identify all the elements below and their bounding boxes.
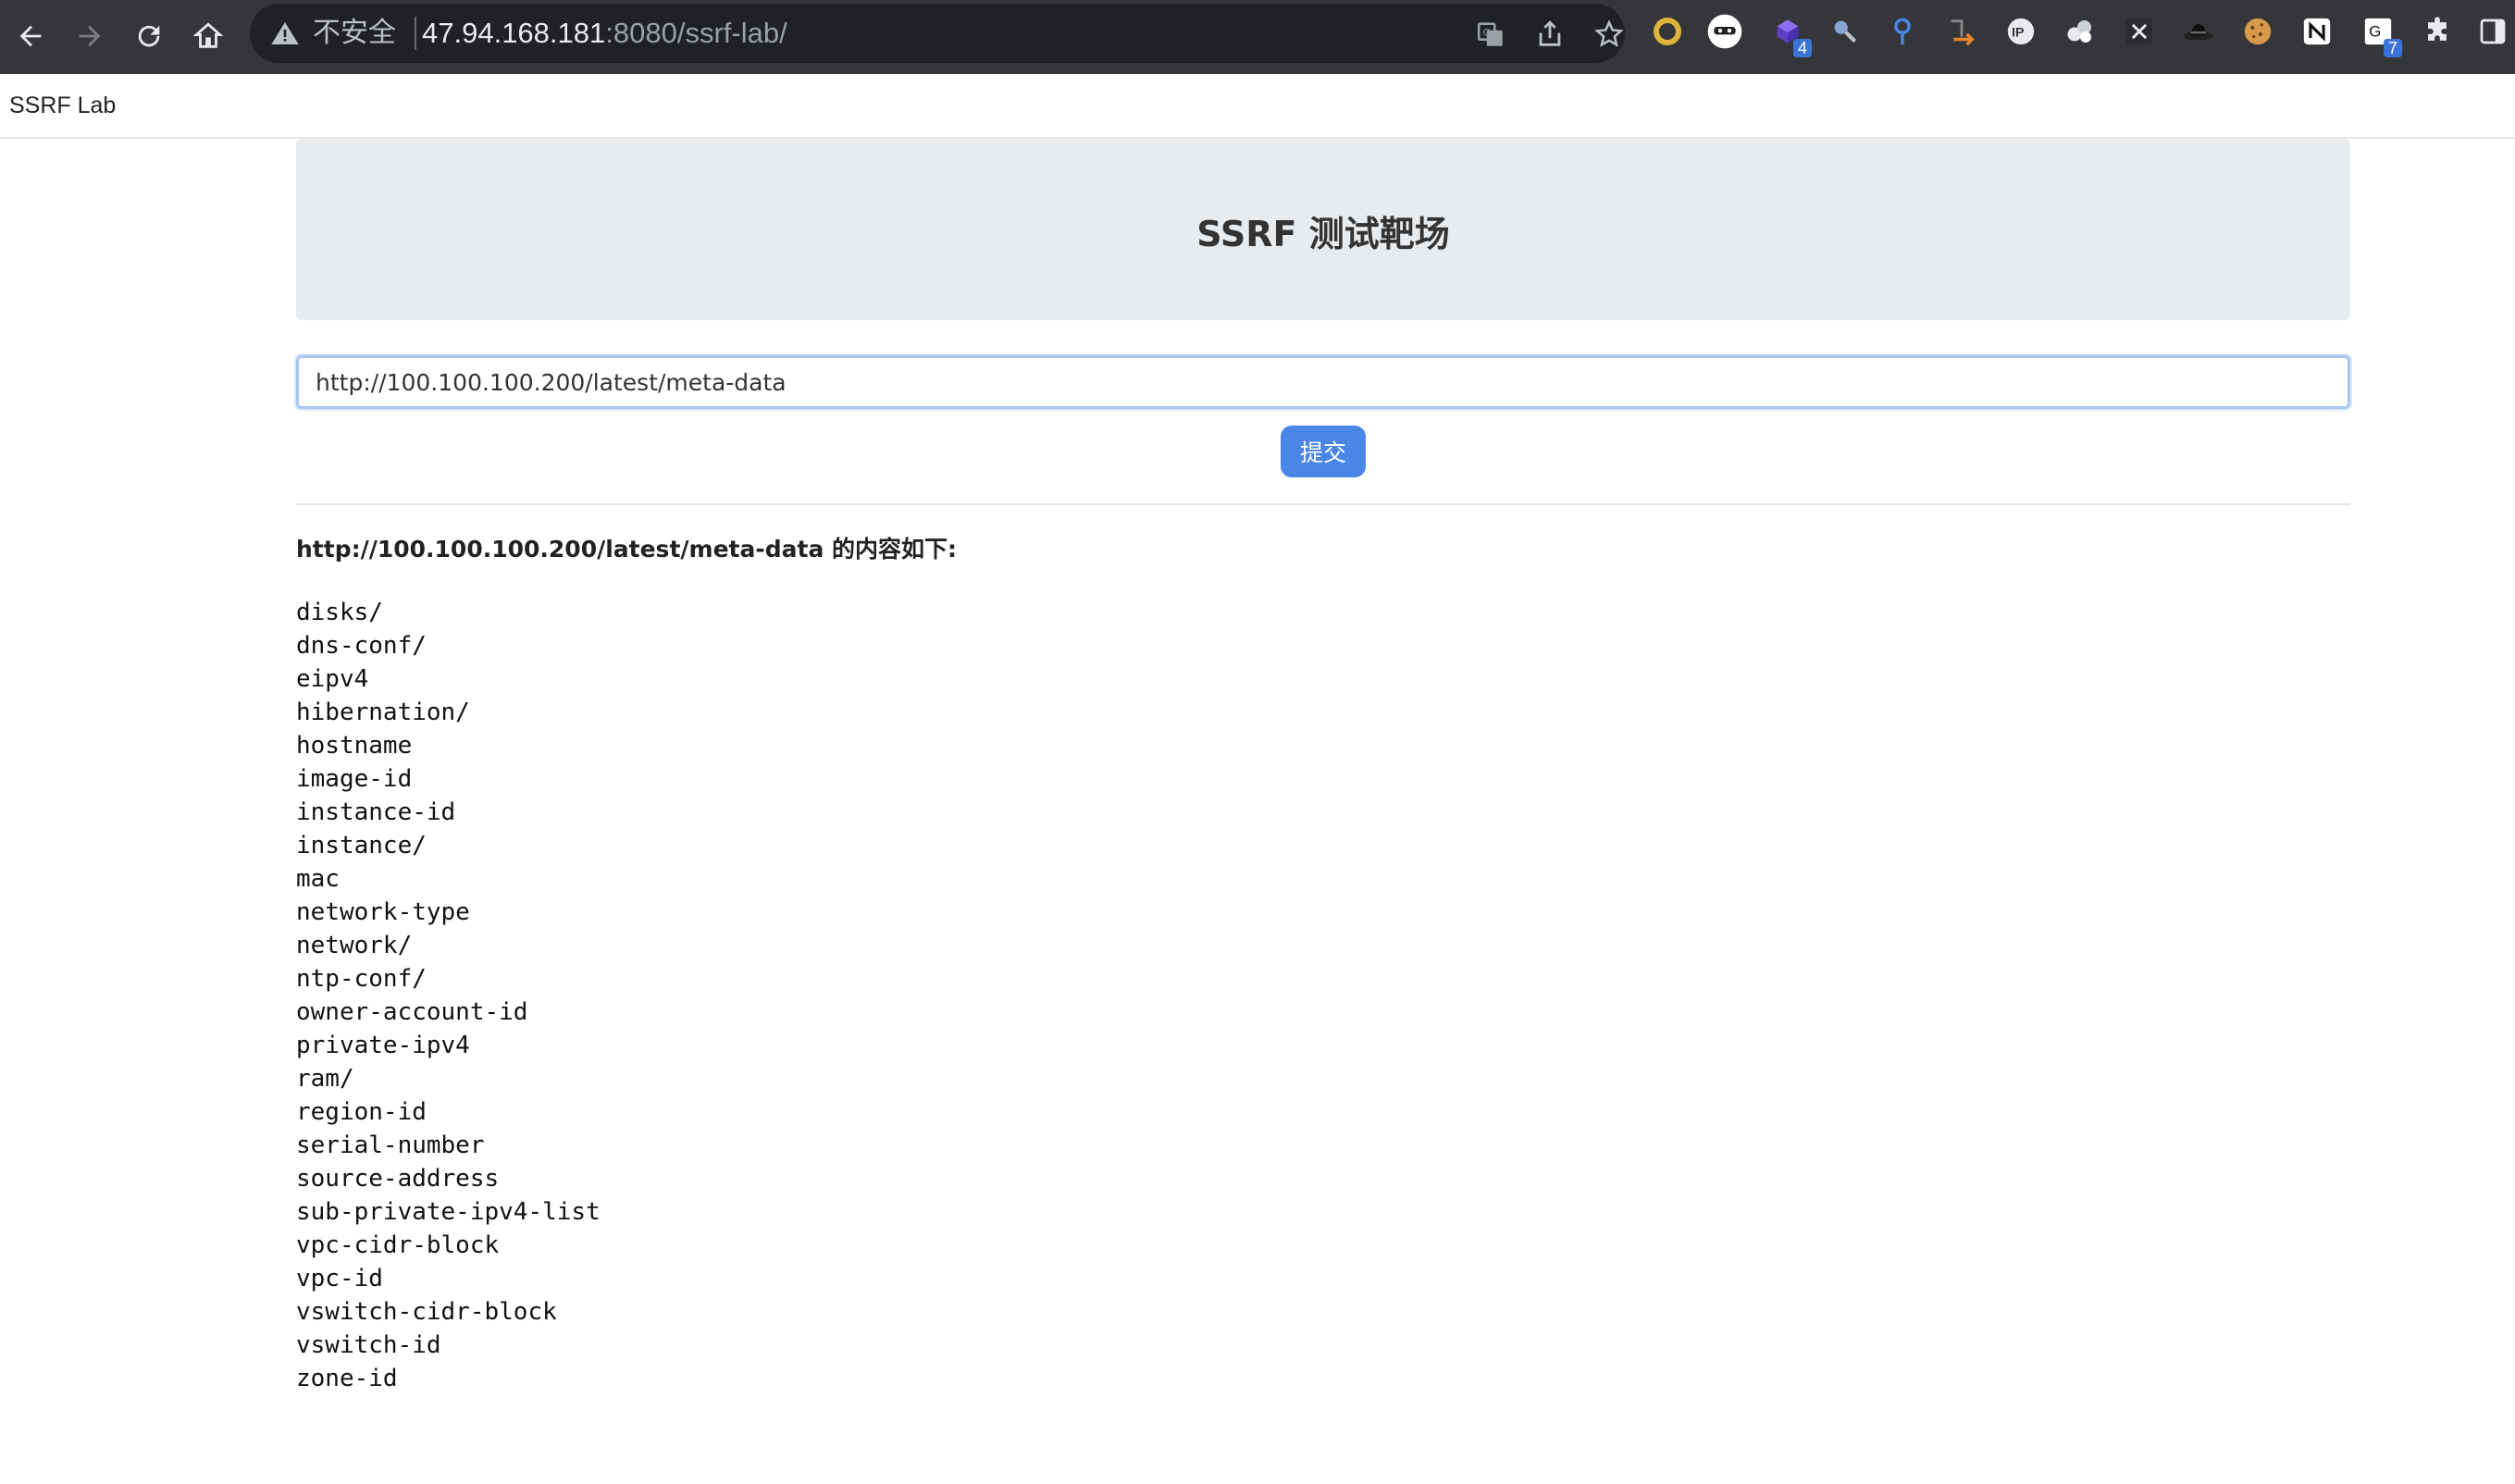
home-icon (192, 22, 224, 48)
list-item: mac (296, 865, 340, 893)
list-item: network-type (296, 898, 470, 926)
translate-extension-icon[interactable]: G7 (2360, 13, 2402, 57)
list-item: source-address (296, 1165, 500, 1193)
result-heading-suffix: 的内容如下: (824, 536, 958, 563)
mask-extension-icon[interactable] (1706, 13, 1743, 50)
puzzle-extension-icon[interactable] (2419, 13, 2456, 50)
list-item: disks/ (296, 599, 383, 626)
extension-badge: 7 (2383, 39, 2402, 57)
list-item: vswitch-cidr-block (296, 1298, 557, 1326)
list-item: serial-number (296, 1132, 485, 1159)
extension-badge: 4 (1792, 39, 1812, 57)
warning-icon (271, 22, 299, 44)
result-heading: http://100.100.100.200/latest/meta-data … (296, 531, 957, 564)
home-button[interactable] (183, 11, 233, 61)
hero-banner: SSRF 测试靶场 (296, 139, 2350, 320)
x-extension-icon[interactable] (2121, 13, 2158, 50)
list-item: ram/ (296, 1065, 354, 1093)
result-heading-url: http://100.100.100.200/latest/meta-data (296, 536, 824, 563)
ring-extension-icon[interactable] (1649, 13, 1686, 50)
list-item: vswitch-id (296, 1331, 441, 1359)
list-item: instance/ (296, 832, 427, 859)
list-item: owner-account-id (296, 998, 528, 1026)
pin-extension-icon[interactable] (1884, 13, 1921, 50)
reload-icon (138, 25, 160, 47)
sidebar-icon[interactable] (2474, 13, 2511, 50)
list-item: vpc-cidr-block (296, 1231, 500, 1259)
back-arrow-icon (19, 25, 42, 47)
list-item: dns-conf/ (296, 632, 427, 660)
url-input[interactable] (296, 355, 2350, 409)
arrow-extension-icon[interactable] (1943, 13, 1980, 50)
forward-button[interactable] (65, 11, 115, 61)
top-navbar: SSRF Lab (0, 74, 2515, 139)
page-title: SSRF 测试靶场 (1196, 214, 1450, 254)
list-item: sub-private-ipv4-list (296, 1198, 601, 1226)
metadata-list: disks/ dns-conf/ eipv4 hibernation/ host… (296, 596, 601, 1395)
address-separator (415, 17, 416, 50)
cube-extension-icon[interactable]: 4 (1769, 13, 1812, 57)
ip-extension-icon[interactable]: IP (2002, 13, 2039, 50)
url-path: :8080/ssrf-lab/ (605, 17, 787, 49)
list-item: private-ipv4 (296, 1032, 470, 1059)
browser-toolbar: 不安全 47.94.168.181:8080/ssrf-lab/ G 4 IP … (0, 0, 2515, 74)
forward-arrow-icon (79, 25, 101, 47)
list-item: instance-id (296, 798, 456, 826)
clouds-extension-icon[interactable] (2062, 13, 2099, 50)
translate-icon[interactable]: G (1475, 19, 1506, 50)
address-url[interactable]: 47.94.168.181:8080/ssrf-lab/ (422, 17, 787, 50)
magnifier-extension-icon[interactable] (1827, 13, 1864, 50)
address-bar[interactable]: 不安全 47.94.168.181:8080/ssrf-lab/ G (250, 4, 1625, 63)
bookmark-star-icon[interactable] (1593, 19, 1625, 50)
insecure-label[interactable]: 不安全 (313, 17, 396, 50)
notion-extension-icon[interactable] (2298, 13, 2335, 50)
list-item: eipv4 (296, 665, 369, 693)
share-icon[interactable] (1534, 19, 1566, 50)
list-item: region-id (296, 1098, 427, 1126)
url-host: 47.94.168.181 (422, 17, 606, 49)
brand-link[interactable]: SSRF Lab (9, 93, 116, 119)
list-item: zone-id (296, 1365, 398, 1392)
list-item: ntp-conf/ (296, 965, 427, 993)
divider (296, 503, 2350, 505)
list-item: hostname (296, 732, 413, 760)
list-item: network/ (296, 932, 413, 959)
svg-text:IP: IP (2012, 26, 2024, 41)
reload-button[interactable] (124, 11, 174, 61)
cookie-extension-icon[interactable] (2239, 13, 2276, 50)
list-item: image-id (296, 765, 413, 793)
list-item: hibernation/ (296, 699, 470, 726)
svg-text:G: G (1483, 27, 1492, 38)
back-button[interactable] (6, 11, 56, 61)
svg-text:G: G (2369, 23, 2381, 41)
list-item: vpc-id (296, 1265, 383, 1292)
hat-extension-icon[interactable] (2180, 13, 2217, 50)
submit-button[interactable]: 提交 (1281, 426, 1366, 477)
